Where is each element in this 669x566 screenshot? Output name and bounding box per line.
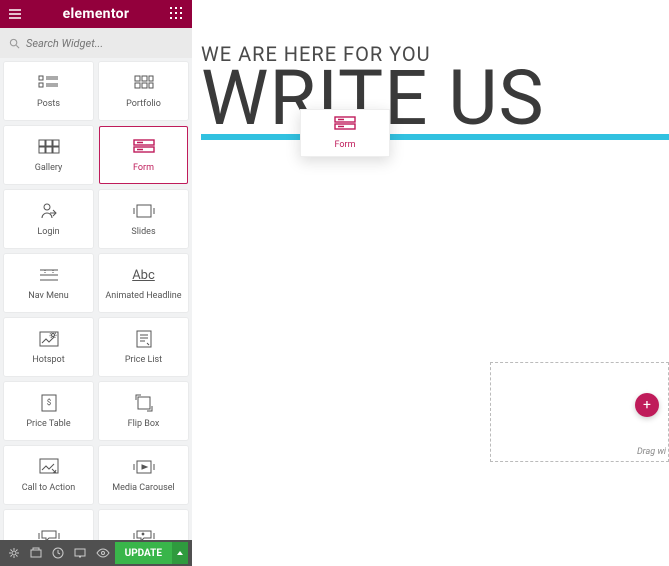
history-icon[interactable] xyxy=(48,542,68,564)
widget-label: Price Table xyxy=(26,419,70,429)
login-icon xyxy=(40,201,58,221)
preview-icon[interactable] xyxy=(93,542,113,564)
posts-icon xyxy=(38,73,60,93)
gallery-icon xyxy=(38,137,60,157)
menu-icon[interactable] xyxy=(8,7,22,21)
hero-underline xyxy=(201,134,669,140)
elementor-panel: elementor Posts Portfolio Gallery Form L… xyxy=(0,0,192,566)
drop-zone[interactable]: + Drag wi xyxy=(490,362,669,462)
widget-label: Gallery xyxy=(35,163,63,173)
widget-label: Price List xyxy=(125,355,162,365)
update-group: UPDATE xyxy=(115,542,188,564)
widget-media-carousel[interactable]: Media Carousel xyxy=(99,446,188,504)
widget-nav-menu[interactable]: Nav Menu xyxy=(4,254,93,312)
hero-section[interactable]: WE ARE HERE FOR YOU WRITE US xyxy=(201,42,669,132)
widget-portfolio[interactable]: Portfolio xyxy=(99,62,188,120)
hero-title: WRITE US xyxy=(201,64,669,132)
svg-text:$: $ xyxy=(46,398,51,407)
panel-header: elementor xyxy=(0,0,192,28)
widget-label: Form xyxy=(133,163,154,173)
widget-label: Posts xyxy=(37,99,60,109)
dragging-label: Form xyxy=(335,140,356,150)
testimonial-icon xyxy=(38,526,60,540)
widget-label: Login xyxy=(37,227,59,237)
widget-flip-box[interactable]: Flip Box xyxy=(99,382,188,440)
navigator-icon[interactable] xyxy=(26,542,46,564)
price-list-icon xyxy=(136,329,152,349)
hotspot-icon xyxy=(39,329,59,349)
search-input[interactable] xyxy=(26,37,183,50)
drop-hint: Drag wi xyxy=(637,447,666,457)
widget-form[interactable]: Form xyxy=(99,126,188,184)
widget-reviews[interactable] xyxy=(99,510,188,540)
reviews-icon xyxy=(133,526,155,540)
search-bar[interactable] xyxy=(0,28,192,58)
form-icon xyxy=(133,137,155,157)
widget-label: Hotspot xyxy=(32,355,64,365)
widget-label: Media Carousel xyxy=(112,483,174,493)
canvas[interactable]: WE ARE HERE FOR YOU WRITE US Form + Drag… xyxy=(192,0,669,566)
widget-price-table[interactable]: $ Price Table xyxy=(4,382,93,440)
portfolio-icon xyxy=(134,73,154,93)
slides-icon xyxy=(132,201,156,221)
responsive-icon[interactable] xyxy=(70,542,90,564)
widget-label: Portfolio xyxy=(126,99,161,109)
widget-label: Slides xyxy=(131,227,155,237)
nav-menu-icon xyxy=(39,265,59,285)
widget-label: Nav Menu xyxy=(28,291,68,301)
search-icon xyxy=(9,38,20,49)
widget-label: Call to Action xyxy=(22,483,75,493)
dragging-widget[interactable]: Form xyxy=(300,109,390,157)
settings-icon[interactable] xyxy=(4,542,24,564)
widget-login[interactable]: Login xyxy=(4,190,93,248)
panel-footer: UPDATE xyxy=(0,540,192,566)
widget-label: Animated Headline xyxy=(105,291,181,301)
brand-label: elementor xyxy=(63,6,130,22)
apps-icon[interactable] xyxy=(170,7,184,21)
widget-testimonial-carousel[interactable] xyxy=(4,510,93,540)
widget-hotspot[interactable]: Hotspot xyxy=(4,318,93,376)
form-icon xyxy=(334,116,356,136)
widget-posts[interactable]: Posts xyxy=(4,62,93,120)
flip-box-icon xyxy=(135,393,153,413)
price-table-icon: $ xyxy=(41,393,57,413)
widget-grid: Posts Portfolio Gallery Form Login Slide… xyxy=(0,58,192,540)
media-carousel-icon xyxy=(132,457,156,477)
add-section-button[interactable]: + xyxy=(635,393,659,417)
widget-price-list[interactable]: Price List xyxy=(99,318,188,376)
update-options-icon[interactable] xyxy=(172,542,188,564)
widget-label: Flip Box xyxy=(128,419,160,429)
widget-slides[interactable]: Slides xyxy=(99,190,188,248)
update-button[interactable]: UPDATE xyxy=(115,542,172,564)
cta-icon xyxy=(39,457,59,477)
animated-headline-icon: Abc xyxy=(132,265,155,285)
widget-call-to-action[interactable]: Call to Action xyxy=(4,446,93,504)
widget-gallery[interactable]: Gallery xyxy=(4,126,93,184)
widget-animated-headline[interactable]: Abc Animated Headline xyxy=(99,254,188,312)
